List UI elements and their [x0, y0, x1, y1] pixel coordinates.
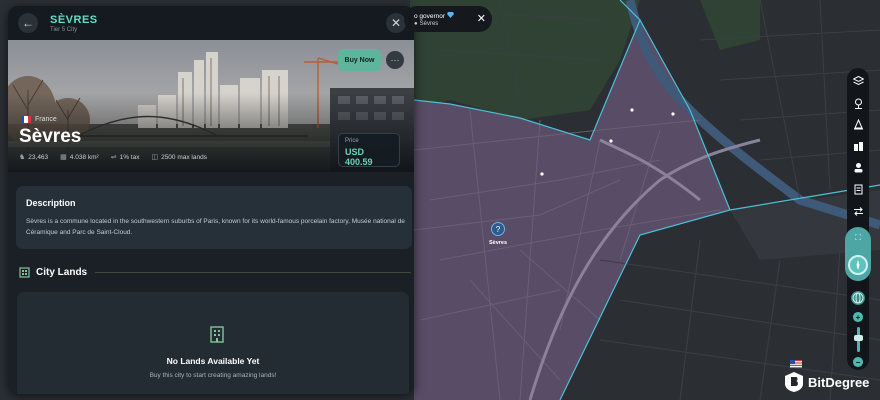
panel-title: SÈVRES: [50, 13, 98, 26]
tax-icon: ⇌: [110, 154, 117, 161]
city-stats: ♞ 23,463 ▦ 4.038 km² ⇌ 1% tax ◫ 2500 max…: [19, 153, 207, 162]
city-lands-icon: [19, 267, 30, 278]
price-box: Price USD 400.59: [338, 133, 400, 167]
city-hero: Buy Now ··· France Sèvres ♞ 23,463 ▦ 4.0…: [8, 40, 414, 172]
diamond-icon: [446, 11, 454, 18]
back-button[interactable]: ←: [18, 13, 38, 33]
user-button[interactable]: [850, 160, 866, 176]
title-wrap: SÈVRES Tier 5 City: [50, 14, 98, 33]
more-options-button[interactable]: ···: [386, 51, 404, 69]
tax-value: 1% tax: [119, 153, 140, 161]
globe-button[interactable]: [851, 291, 865, 306]
panel-header: ← SÈVRES Tier 5 City ✕: [8, 6, 414, 40]
close-icon: ✕: [390, 16, 402, 30]
compass-group: ⛶: [845, 226, 871, 282]
panel-subtitle: Tier 5 City: [50, 26, 78, 33]
close-panel-button[interactable]: ✕: [386, 13, 406, 33]
us-flag-icon: [790, 360, 802, 368]
marker-symbol: ?: [496, 225, 501, 234]
bitdegree-logo-icon: [785, 372, 803, 392]
area-value: 4.038 km²: [69, 153, 99, 161]
user-icon: [854, 163, 862, 173]
map-toolbar: ⛶ + −: [845, 68, 871, 370]
location-pin-icon: [854, 98, 862, 109]
zoom-slider-handle[interactable]: [853, 334, 863, 341]
zoom-out-button[interactable]: −: [853, 357, 863, 367]
country-name: France: [35, 116, 57, 123]
compass-icon: [856, 260, 860, 271]
compass-button[interactable]: [848, 255, 868, 276]
governor-info: o governor ● Sèvres: [414, 11, 454, 27]
zoom-slider[interactable]: [853, 326, 863, 353]
bitdegree-watermark: BitDegree: [784, 360, 870, 393]
zoom-out-icon: −: [855, 357, 861, 367]
stat-tax: ⇌ 1% tax: [110, 153, 140, 162]
layers-icon: [852, 76, 864, 86]
building-icon: [210, 326, 224, 343]
buildings-button[interactable]: [850, 139, 866, 155]
city-lands-header: City Lands: [19, 266, 411, 278]
section-divider: [95, 271, 411, 273]
governor-line1: o governor: [414, 11, 454, 21]
empty-lands-title: No Lands Available Yet: [166, 356, 260, 366]
landmark-button[interactable]: [850, 117, 866, 133]
city-lands-title: City Lands: [36, 266, 88, 278]
stat-area: ▦ 4.038 km²: [60, 153, 99, 162]
layers-button[interactable]: [850, 74, 866, 90]
population-value: 23,463: [28, 153, 49, 161]
pin-icon: ●: [414, 20, 418, 27]
location-button[interactable]: [850, 96, 866, 112]
zoom-in-button[interactable]: +: [853, 312, 863, 322]
stat-max-lands: ◫ 2500 max lands: [151, 153, 207, 162]
close-icon[interactable]: ✕: [477, 12, 486, 25]
fullscreen-icon[interactable]: ⛶: [855, 233, 861, 243]
description-card: Description Sèvres is a commune located …: [16, 186, 412, 249]
description-text: Sèvres is a commune located in the south…: [26, 218, 405, 236]
landmark-icon: [853, 119, 863, 130]
price-label: Price: [345, 138, 359, 144]
area-icon: ▦: [60, 154, 67, 161]
document-button[interactable]: [850, 182, 866, 198]
population-icon: ♞: [19, 154, 26, 161]
lands-icon: ◫: [151, 154, 159, 161]
zoom-in-icon: +: [855, 312, 861, 322]
city-name: Sèvres: [19, 126, 82, 147]
watermark-text: BitDegree: [808, 374, 870, 390]
swap-arrows-icon: [853, 206, 863, 216]
marker-label: Sèvres: [489, 240, 507, 246]
buy-now-button[interactable]: Buy Now: [338, 49, 381, 71]
governor-line2: ● Sèvres: [414, 20, 439, 27]
stat-population: ♞ 23,463: [19, 153, 49, 162]
governor-bar[interactable]: o governor ● Sèvres ✕: [404, 6, 492, 32]
buildings-icon: [853, 141, 863, 151]
document-icon: [854, 184, 862, 195]
description-title: Description: [26, 198, 76, 208]
france-flag-icon: [21, 116, 31, 123]
empty-lands-subtitle: Buy this city to start creating amazing …: [149, 372, 277, 379]
price-value: USD 400.59: [345, 147, 373, 167]
back-arrow-icon: ←: [22, 16, 34, 30]
city-panel: ← SÈVRES Tier 5 City ✕ Buy Now ··· Franc…: [8, 6, 414, 394]
country-tag: France: [21, 116, 57, 123]
globe-icon: [852, 292, 864, 304]
transfer-button[interactable]: [850, 203, 866, 219]
max-lands-value: 2500 max lands: [161, 153, 207, 161]
empty-lands-card: No Lands Available Yet Buy this city to …: [17, 292, 409, 394]
